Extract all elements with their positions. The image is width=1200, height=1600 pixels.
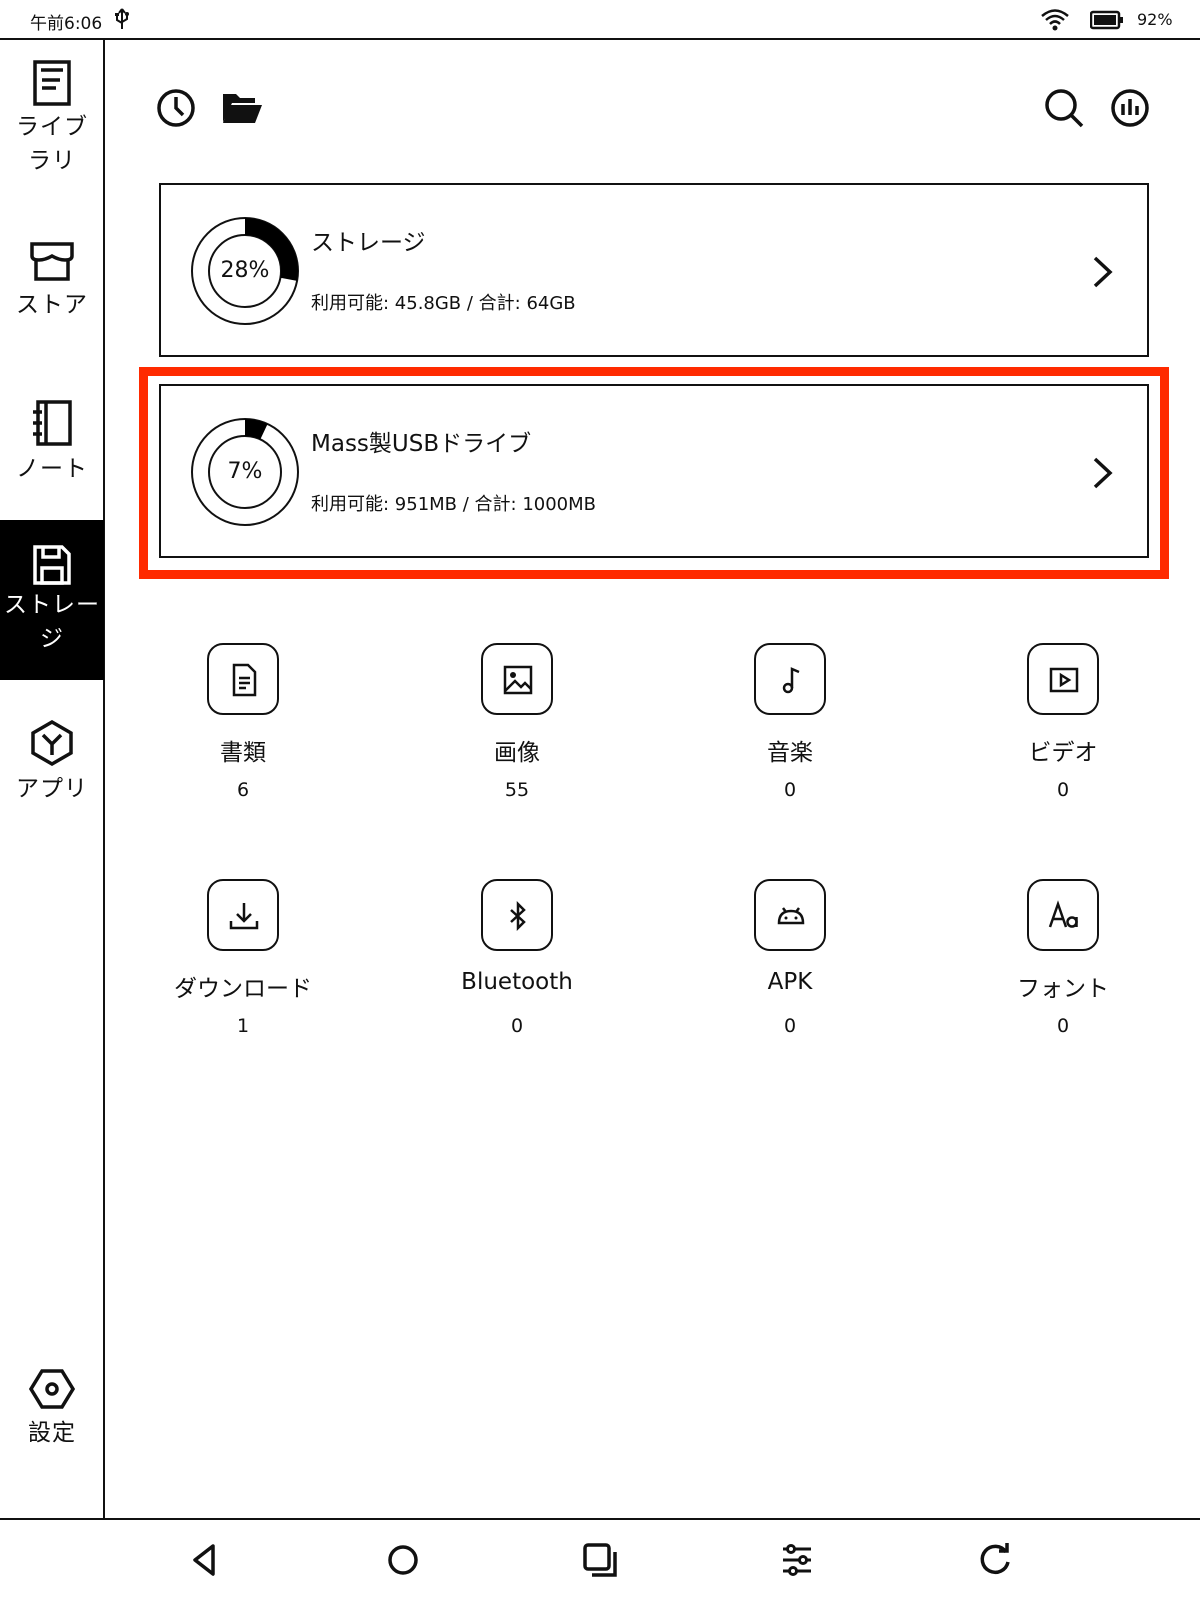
category-count: 1 bbox=[236, 1015, 250, 1037]
category-label: 画像 bbox=[494, 740, 540, 766]
store-icon bbox=[30, 242, 74, 281]
card-capacity: 利用可能: 951MB / 合計: 1000MB bbox=[311, 494, 597, 515]
chevron-right-icon bbox=[1093, 256, 1113, 288]
usb-icon bbox=[115, 8, 129, 29]
category-count: 0 bbox=[510, 1015, 524, 1037]
usage-percent: 7% bbox=[227, 459, 263, 484]
category-bluetooth[interactable]: Bluetooth 0 bbox=[417, 879, 617, 1037]
category-tile bbox=[207, 879, 279, 951]
floppy-disk-icon bbox=[33, 545, 71, 585]
category-fonts[interactable]: フォント 0 bbox=[963, 879, 1163, 1037]
image-icon bbox=[503, 665, 533, 695]
statistics-icon[interactable] bbox=[1108, 86, 1152, 130]
category-label: ダウンロード bbox=[174, 976, 312, 1002]
wifi-icon bbox=[1041, 9, 1069, 31]
category-video[interactable]: ビデオ 0 bbox=[963, 643, 1163, 801]
category-label: ビデオ bbox=[1028, 740, 1098, 766]
category-images[interactable]: 画像 55 bbox=[417, 643, 617, 801]
category-count: 0 bbox=[783, 1015, 797, 1037]
category-music[interactable]: 音楽 0 bbox=[690, 643, 890, 801]
sidebar-item-notes[interactable]: ノート bbox=[0, 400, 104, 510]
apps-icon bbox=[31, 720, 73, 766]
sidebar-item-library[interactable]: ライブラリ bbox=[0, 60, 104, 208]
category-tile bbox=[754, 879, 826, 951]
sidebar-item-apps[interactable]: アプリ bbox=[0, 720, 104, 830]
document-icon bbox=[232, 663, 257, 697]
home-icon[interactable] bbox=[383, 1540, 423, 1580]
back-icon[interactable] bbox=[185, 1540, 225, 1580]
android-icon bbox=[777, 907, 805, 925]
battery-percent: 92% bbox=[1137, 10, 1173, 29]
sidebar-label: ライブラリ bbox=[16, 114, 88, 174]
sidebar-label: ストア bbox=[16, 292, 88, 318]
category-tile bbox=[481, 643, 553, 715]
card-title: ストレージ bbox=[311, 230, 426, 256]
notebook-icon bbox=[33, 400, 72, 446]
sidebar-item-settings[interactable]: 設定 bbox=[0, 1368, 104, 1478]
category-documents[interactable]: 書類 6 bbox=[143, 643, 343, 801]
video-icon bbox=[1049, 667, 1079, 693]
settings-icon bbox=[29, 1369, 75, 1409]
sidebar-label: ストレージ bbox=[4, 592, 100, 652]
history-icon[interactable] bbox=[154, 86, 198, 130]
settings-label: 設定 bbox=[28, 1420, 76, 1446]
bluetooth-icon bbox=[510, 900, 526, 932]
recents-icon[interactable] bbox=[580, 1540, 620, 1580]
music-note-icon bbox=[782, 667, 800, 694]
sidebar-label: ノート bbox=[16, 456, 88, 482]
category-tile bbox=[754, 643, 826, 715]
category-tile bbox=[481, 879, 553, 951]
category-label: APK bbox=[767, 969, 813, 995]
status-bar: 午前6:06 92% bbox=[0, 0, 1200, 40]
sidebar-item-store[interactable]: ストア bbox=[0, 240, 104, 350]
category-count: 0 bbox=[1056, 779, 1070, 801]
category-tile bbox=[1027, 643, 1099, 715]
sidebar: ライブラリ ストア ノート ストレージ アプリ 設定 bbox=[0, 40, 105, 1518]
battery-icon bbox=[1090, 10, 1123, 30]
category-tile bbox=[1027, 879, 1099, 951]
navigation-bar bbox=[0, 1518, 1200, 1600]
search-icon[interactable] bbox=[1042, 86, 1086, 130]
sidebar-label: アプリ bbox=[16, 776, 88, 802]
category-downloads[interactable]: ダウンロード 1 bbox=[143, 879, 343, 1037]
library-icon bbox=[33, 60, 71, 106]
chevron-right-icon bbox=[1093, 457, 1113, 489]
category-label: 書類 bbox=[220, 740, 266, 766]
category-apk[interactable]: APK 0 bbox=[690, 879, 890, 1037]
category-label: 音楽 bbox=[767, 740, 813, 766]
category-count: 55 bbox=[504, 779, 530, 801]
category-label: Bluetooth bbox=[461, 969, 573, 995]
card-title: Mass製USBドライブ bbox=[311, 431, 532, 457]
folder-icon[interactable] bbox=[220, 86, 264, 130]
category-count: 0 bbox=[783, 779, 797, 801]
usage-percent: 28% bbox=[220, 258, 270, 283]
font-icon bbox=[1048, 900, 1078, 928]
refresh-icon[interactable] bbox=[975, 1540, 1015, 1580]
storage-card-internal[interactable]: 28% ストレージ 利用可能: 45.8GB / 合計: 64GB bbox=[159, 183, 1149, 357]
sidebar-item-storage[interactable]: ストレージ bbox=[0, 520, 104, 680]
category-tile bbox=[207, 643, 279, 715]
category-count: 0 bbox=[1056, 1015, 1070, 1037]
adjust-icon[interactable] bbox=[777, 1540, 817, 1580]
download-icon bbox=[229, 903, 259, 930]
card-capacity: 利用可能: 45.8GB / 合計: 64GB bbox=[311, 293, 576, 314]
status-time: 午前6:06 bbox=[30, 14, 103, 34]
category-count: 6 bbox=[236, 779, 250, 801]
storage-card-usb[interactable]: 7% Mass製USBドライブ 利用可能: 951MB / 合計: 1000MB bbox=[159, 384, 1149, 558]
category-label: フォント bbox=[1017, 976, 1109, 1002]
